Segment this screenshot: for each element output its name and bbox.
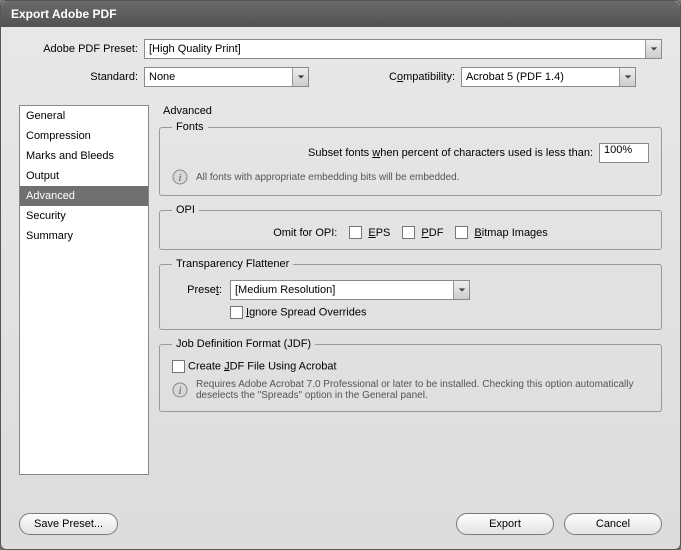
standard-label: Standard: [19,71,144,83]
jdf-group: Job Definition Format (JDF) Create JDF F… [159,338,662,412]
sidebar-item-security[interactable]: Security [20,206,148,226]
jdf-create-checkbox[interactable]: Create JDF File Using Acrobat [172,360,337,373]
flattener-preset-select[interactable]: [Medium Resolution] [230,280,470,300]
export-button[interactable]: Export [456,513,554,535]
ignore-overrides-checkbox[interactable]: Ignore Spread Overrides [230,306,366,319]
omit-label: Omit for OPI: [273,227,337,239]
flattener-preset-label: Preset: [172,284,222,296]
svg-text:i: i [178,385,181,397]
chevron-down-icon [619,68,635,86]
chevron-down-icon [292,68,308,86]
opi-legend: OPI [172,204,199,216]
flattener-group: Transparency Flattener Preset: [Medium R… [159,258,662,330]
fonts-info-text: All fonts with appropriate embedding bit… [196,172,460,183]
opi-group: OPI Omit for OPI: EPS PDF Bitmap Images [159,204,662,250]
preset-select[interactable]: [High Quality Print] [144,39,662,59]
sidebar-item-summary[interactable]: Summary [20,226,148,246]
main-panel: Advanced Fonts Subset fonts when percent… [159,105,662,475]
save-preset-button[interactable]: Save Preset... [19,513,118,535]
compat-value: Acrobat 5 (PDF 1.4) [466,68,564,86]
pdf-checkbox[interactable]: PDF [402,226,443,239]
compat-select[interactable]: Acrobat 5 (PDF 1.4) [461,67,636,87]
chevron-down-icon [645,40,661,58]
jdf-legend: Job Definition Format (JDF) [172,338,315,350]
panel-heading: Advanced [159,105,662,121]
info-icon: i [172,169,188,185]
checkbox-icon [172,360,185,373]
sidebar-item-general[interactable]: General [20,106,148,126]
jdf-info-text: Requires Adobe Acrobat 7.0 Professional … [196,379,649,401]
cancel-button[interactable]: Cancel [564,513,662,535]
checkbox-icon [230,306,243,319]
flattener-legend: Transparency Flattener [172,258,293,270]
checkbox-icon [402,226,415,239]
top-area: Adobe PDF Preset: [High Quality Print] S… [1,27,680,101]
standard-select[interactable]: None [144,67,309,87]
category-sidebar: General Compression Marks and Bleeds Out… [19,105,149,475]
fonts-legend: Fonts [172,121,208,133]
svg-text:i: i [178,172,181,184]
flattener-value: [Medium Resolution] [235,281,335,299]
standard-value: None [149,68,175,86]
export-pdf-dialog: Export Adobe PDF Adobe PDF Preset: [High… [0,0,681,550]
titlebar: Export Adobe PDF [1,1,680,27]
subset-label: Subset fonts when percent of characters … [308,147,593,159]
bitmap-checkbox[interactable]: Bitmap Images [455,226,547,239]
eps-checkbox[interactable]: EPS [349,226,390,239]
subset-percent-input[interactable]: 100% [599,143,649,163]
dialog-title: Export Adobe PDF [11,7,117,21]
compat-label: Compatibility: [389,71,461,83]
info-icon: i [172,382,188,398]
chevron-down-icon [453,281,469,299]
fonts-group: Fonts Subset fonts when percent of chara… [159,121,662,196]
checkbox-icon [349,226,362,239]
sidebar-item-output[interactable]: Output [20,166,148,186]
preset-label: Adobe PDF Preset: [19,43,144,55]
body-area: General Compression Marks and Bleeds Out… [1,101,680,475]
preset-value: [High Quality Print] [149,40,241,58]
sidebar-item-advanced[interactable]: Advanced [20,186,148,206]
footer: Save Preset... Export Cancel [19,513,662,535]
sidebar-item-marks-bleeds[interactable]: Marks and Bleeds [20,146,148,166]
checkbox-icon [455,226,468,239]
sidebar-item-compression[interactable]: Compression [20,126,148,146]
